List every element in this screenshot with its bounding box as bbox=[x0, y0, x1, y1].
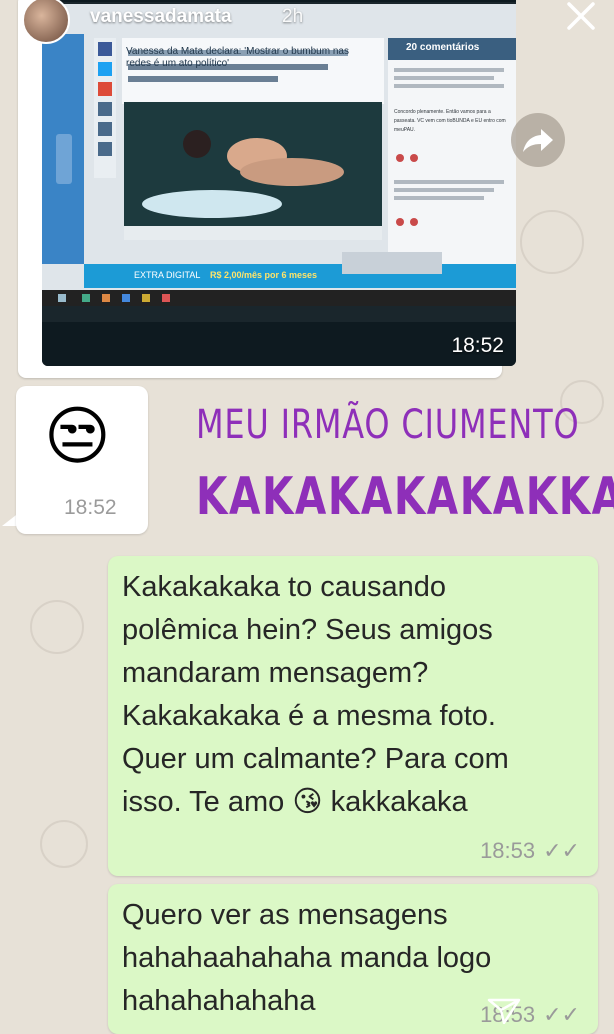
message-text: Kakakakaka to causando polêmica hein? Se… bbox=[122, 571, 509, 818]
screen-banner-label: EXTRA DIGITAL bbox=[134, 270, 201, 280]
unamused-face-emoji: 😒 bbox=[44, 400, 111, 472]
outgoing-message-bubble[interactable]: Quero ver as mensagens hahahaahahaha man… bbox=[108, 884, 598, 1034]
message-meta: 18:53 ✓✓ bbox=[480, 838, 580, 864]
forward-button[interactable] bbox=[511, 113, 565, 167]
read-ticks-icon: ✓✓ bbox=[543, 838, 580, 863]
close-icon[interactable] bbox=[560, 0, 600, 36]
wallpaper-doodle bbox=[520, 210, 584, 274]
emoji-message-time: 18:52 bbox=[64, 496, 117, 519]
screen-headline: Vanessa da Mata declara: 'Mostrar o bumb… bbox=[126, 46, 349, 69]
story-caption-line1: MEU IRMÃO CIUMENTO bbox=[196, 402, 580, 448]
story-time-ago: 2h bbox=[282, 6, 304, 27]
story-username[interactable]: vanessadamata bbox=[90, 6, 232, 28]
screen-comments-header: 20 comentários bbox=[406, 42, 480, 53]
wallpaper-doodle bbox=[40, 820, 88, 868]
story-header: vanessadamata 2h bbox=[0, 0, 614, 44]
emoji-message-bubble[interactable]: 😒 18:52 bbox=[16, 386, 148, 534]
outgoing-message-bubble[interactable]: Kakakakaka to causando polêmica hein? Se… bbox=[108, 556, 598, 876]
screen-comment-preview: Concordo plenamente. Então vamos para a … bbox=[394, 108, 506, 135]
story-caption-line2: KAKAKAKAKAKKA bbox=[196, 467, 614, 527]
read-ticks-icon: ✓✓ bbox=[543, 1002, 580, 1027]
screen-banner-offer: R$ 2,00/mês por 6 meses bbox=[210, 270, 318, 280]
share-arrow-icon bbox=[523, 129, 553, 152]
message-time: 18:53 bbox=[480, 838, 536, 863]
image-message-time: 18:52 bbox=[451, 334, 504, 357]
image-message-bubble[interactable]: Vanessa da Mata declara: 'Mostrar o bumb… bbox=[18, 0, 516, 378]
wallpaper-doodle bbox=[30, 600, 84, 654]
send-icon[interactable] bbox=[486, 996, 522, 1025]
photo-of-computer-screen[interactable]: Vanessa da Mata declara: 'Mostrar o bumb… bbox=[42, 0, 516, 366]
avatar[interactable] bbox=[22, 0, 70, 44]
